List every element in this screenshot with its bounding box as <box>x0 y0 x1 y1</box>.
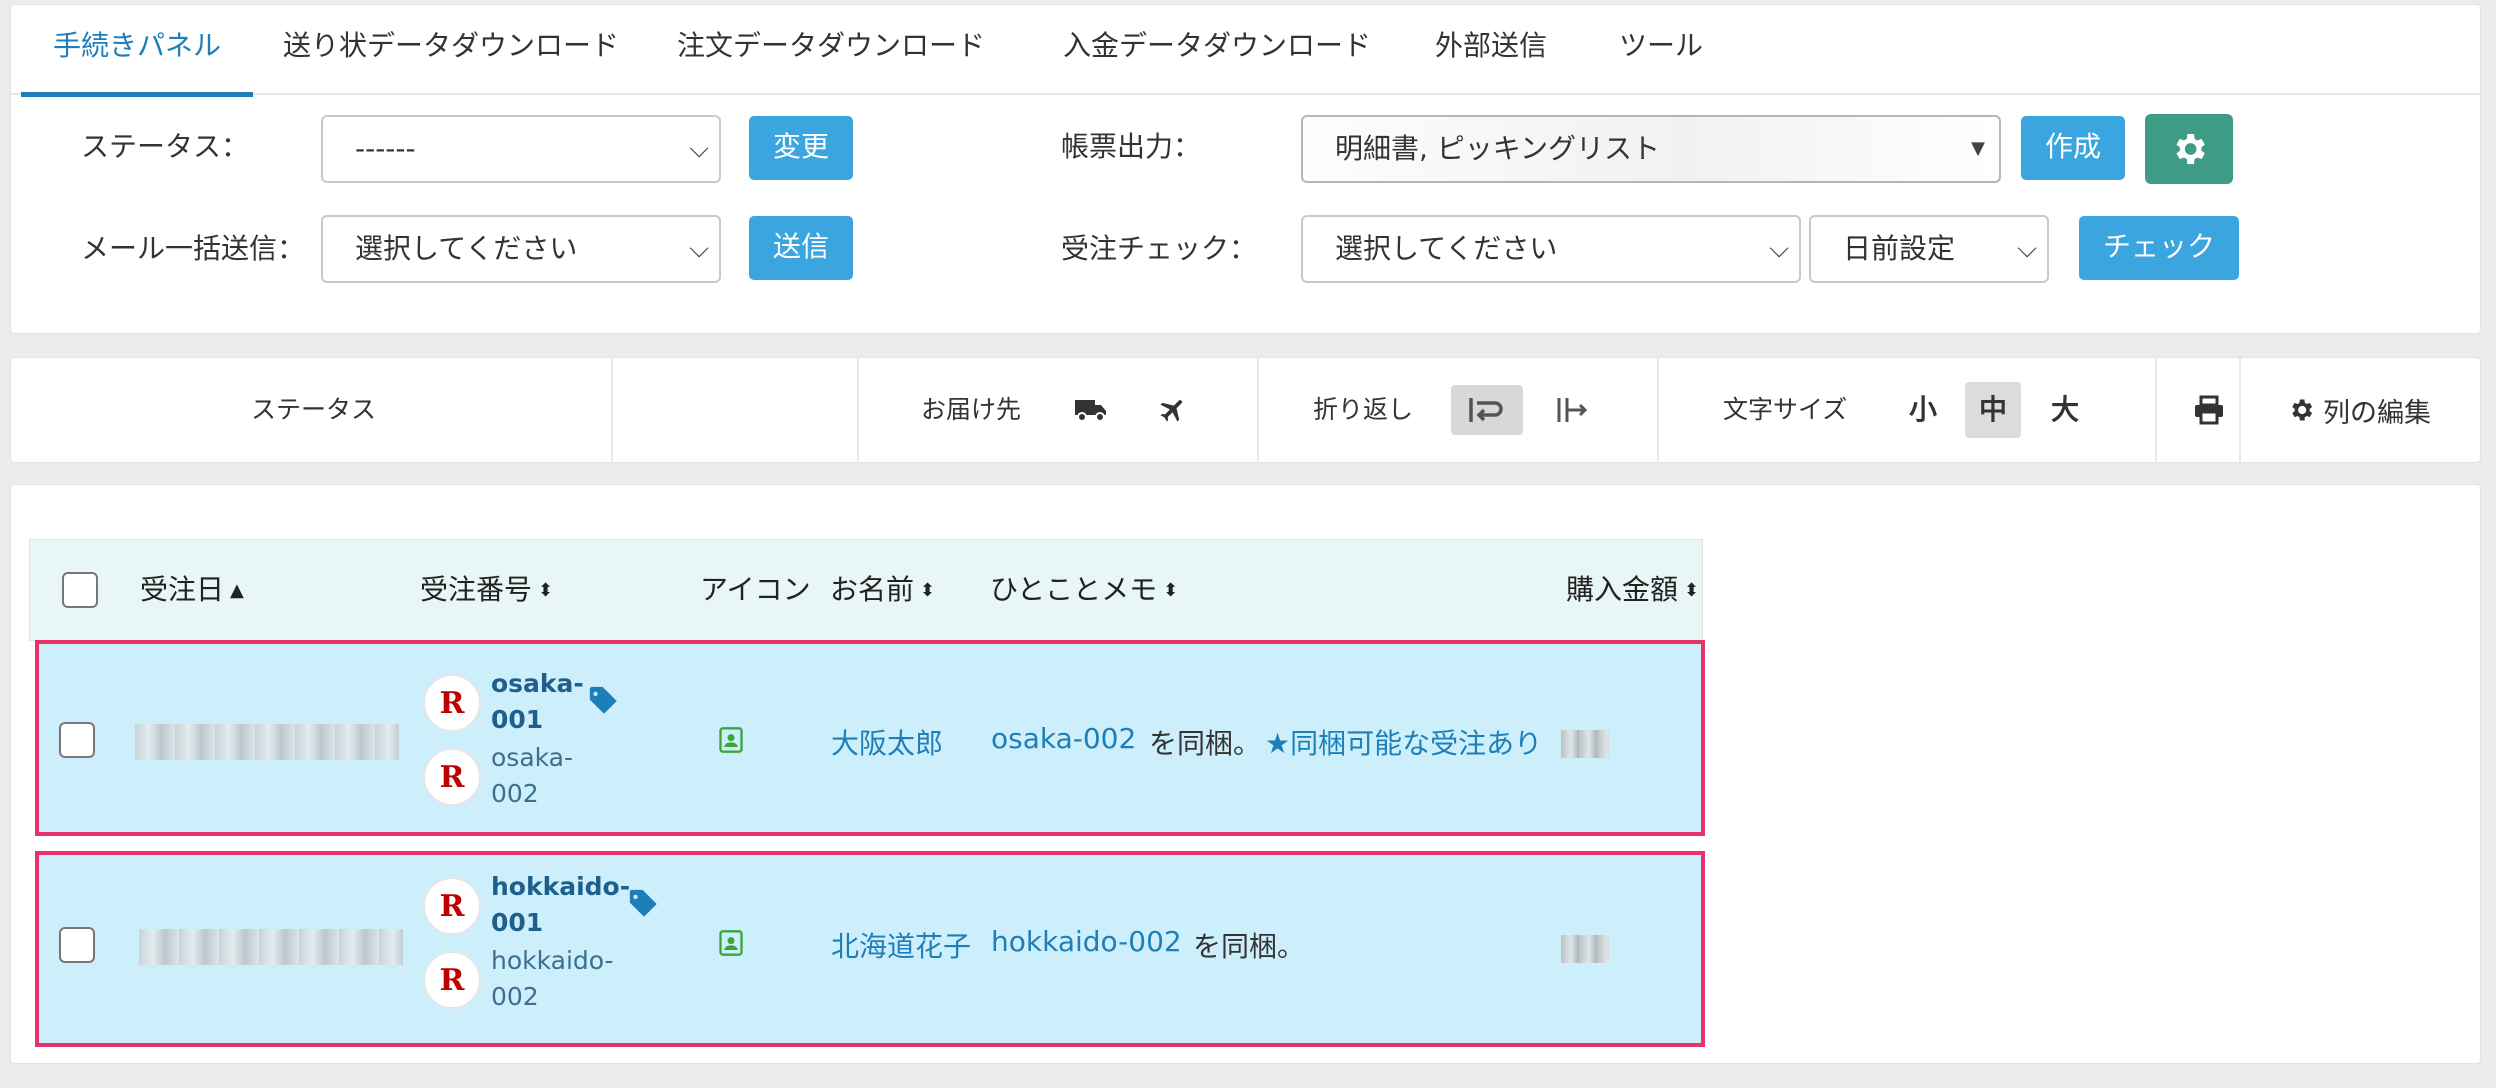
select-all-checkbox[interactable] <box>62 572 98 608</box>
order-number-link[interactable]: osaka- 001 <box>491 666 584 738</box>
bulk-mail-select-value: 選択してください <box>355 232 578 265</box>
sort-icon: ⬍ <box>1684 580 1700 601</box>
toolbar-delivery-label: お届け先 <box>921 395 1022 424</box>
sort-icon: ▲ <box>230 580 244 601</box>
tag-icon[interactable] <box>587 684 621 722</box>
header-icon: アイコン <box>700 573 811 606</box>
rakuten-icon: R <box>423 674 481 732</box>
bulk-mail-label: メール一括送信： <box>81 232 306 265</box>
days-setting-value: 日前設定 <box>1843 232 1956 265</box>
order-date-redacted <box>135 724 399 760</box>
order-check-label: 受注チェック： <box>1061 232 1258 265</box>
toolbar-divider <box>1257 358 1259 462</box>
forms-output-label: 帳票出力： <box>1061 130 1202 163</box>
chevron-down-icon: ⌵ <box>689 234 709 264</box>
create-button[interactable]: 作成 <box>2021 116 2125 180</box>
status-select[interactable]: ------ ⌵ <box>321 115 721 183</box>
top-panel: 手続きパネル 送り状データダウンロード 注文データダウンロード 入金データダウン… <box>10 4 2481 334</box>
order-number-link[interactable]: hokkaido- 001 <box>491 869 630 941</box>
truck-icon[interactable] <box>1069 388 1113 432</box>
tab-payment-download[interactable]: 入金データダウンロード <box>1031 5 1403 95</box>
toolbar-divider <box>611 358 613 462</box>
chevron-down-icon: ⌵ <box>1769 234 1789 264</box>
amount-redacted <box>1561 935 1609 963</box>
customer-card-icon[interactable] <box>717 929 745 961</box>
edit-columns-label: 列の編集 <box>2323 397 2431 429</box>
send-button[interactable]: 送信 <box>749 216 853 280</box>
customer-name-link[interactable]: 北海道花子 <box>831 925 971 965</box>
header-memo[interactable]: ひとことメモ ⬍ <box>990 540 1178 641</box>
font-size-medium-button[interactable]: 中 <box>1965 382 2021 438</box>
toolbar-divider <box>1657 358 1659 462</box>
customer-card-icon[interactable] <box>717 726 745 758</box>
order-date-redacted <box>139 929 403 965</box>
gear-icon <box>2292 399 2313 421</box>
font-size-large-button[interactable]: 大 <box>2037 382 2093 438</box>
toolbar-divider <box>857 358 859 462</box>
toolbar-divider <box>2155 358 2157 462</box>
caret-down-icon: ▼ <box>1971 138 1985 159</box>
sort-icon: ⬍ <box>1163 580 1179 601</box>
sort-icon: ⬍ <box>538 580 554 601</box>
table-row[interactable]: R R hokkaido- 001 hokkaido- 002 北海道花子 hokk… <box>35 851 1705 1047</box>
font-size-small-button[interactable]: 小 <box>1895 382 1951 438</box>
memo-text: を同梱。 <box>1149 727 1262 760</box>
order-check-select[interactable]: 選択してください ⌵ <box>1301 215 1801 283</box>
tab-order-download[interactable]: 注文データダウンロード <box>645 5 1017 95</box>
settings-gear-button[interactable] <box>2145 114 2233 184</box>
rakuten-icon: R <box>423 951 481 1009</box>
tab-procedure-panel[interactable]: 手続きパネル <box>21 5 254 97</box>
display-toolbar: ステータス お届け先 折り返し 文字サイズ 小 中 大 列の編集 <box>10 357 2481 463</box>
table-header: 受注日 ▲ 受注番号 ⬍ アイコン お名前 ⬍ ひとことメモ ⬍ 購入金額 ⬍ <box>29 539 1703 641</box>
tab-invoice-download[interactable]: 送り状データダウンロード <box>251 5 651 95</box>
wrap-on-icon[interactable] <box>1451 385 1523 435</box>
tab-bar: 手続きパネル 送り状データダウンロード 注文データダウンロード 入金データダウン… <box>11 5 2480 97</box>
amount-redacted <box>1561 730 1609 758</box>
memo-text: を同梱。 <box>1193 930 1306 963</box>
status-label: ステータス： <box>81 130 250 163</box>
header-name[interactable]: お名前 ⬍ <box>830 540 935 641</box>
toolbar-status-label: ステータス <box>251 395 377 424</box>
toolbar-divider <box>2239 358 2241 462</box>
tab-tools[interactable]: ツール <box>1587 5 1735 95</box>
order-check-select-value: 選択してください <box>1335 232 1558 265</box>
status-select-value: ------ <box>355 132 416 165</box>
chevron-down-icon: ⌵ <box>2017 234 2037 264</box>
sub-order-number[interactable]: hokkaido- 002 <box>491 943 614 1015</box>
chevron-down-icon: ⌵ <box>689 134 709 164</box>
memo-order-link[interactable]: hokkaido-002 <box>991 925 1182 958</box>
table-row[interactable]: R R osaka- 001 osaka- 002 大阪太郎 osaka-002 を… <box>35 640 1705 836</box>
wrap-off-icon[interactable] <box>1551 388 1595 432</box>
airplane-icon[interactable] <box>1151 388 1195 432</box>
bulk-mail-select[interactable]: 選択してください ⌵ <box>321 215 721 283</box>
rakuten-icon: R <box>423 748 481 806</box>
toolbar-font-size-label: 文字サイズ <box>1723 395 1848 424</box>
bundle-available-link[interactable]: ★同梱可能な受注あり <box>1265 722 1542 762</box>
gear-icon <box>2176 134 2205 164</box>
edit-columns-button[interactable]: 列の編集 <box>2287 358 2431 462</box>
print-icon[interactable] <box>2187 388 2231 432</box>
header-order-number[interactable]: 受注番号 ⬍ <box>420 540 553 641</box>
header-amount[interactable]: 購入金額 ⬍ <box>1566 540 1699 641</box>
check-button[interactable]: チェック <box>2079 216 2239 280</box>
order-table-panel: 受注日 ▲ 受注番号 ⬍ アイコン お名前 ⬍ ひとことメモ ⬍ 購入金額 ⬍ R R o… <box>10 484 2481 1064</box>
customer-name-link[interactable]: 大阪太郎 <box>831 722 943 762</box>
row-checkbox[interactable] <box>59 722 95 758</box>
days-setting-select[interactable]: 日前設定 ⌵ <box>1809 215 2049 283</box>
memo-order-link[interactable]: osaka-002 <box>991 722 1136 755</box>
tab-external-send[interactable]: 外部送信 <box>1403 5 1579 95</box>
sort-icon: ⬍ <box>920 580 936 601</box>
forms-output-select[interactable]: 明細書, ピッキングリスト ▼ <box>1301 115 2001 183</box>
forms-output-value: 明細書, ピッキングリスト <box>1335 132 1660 165</box>
sub-order-number[interactable]: osaka- 002 <box>491 740 573 812</box>
toolbar-wrap-label: 折り返し <box>1313 395 1414 424</box>
rakuten-icon: R <box>423 877 481 935</box>
row-checkbox[interactable] <box>59 927 95 963</box>
header-order-date[interactable]: 受注日 ▲ <box>140 540 244 641</box>
change-button[interactable]: 変更 <box>749 116 853 180</box>
tag-icon[interactable] <box>627 887 661 925</box>
